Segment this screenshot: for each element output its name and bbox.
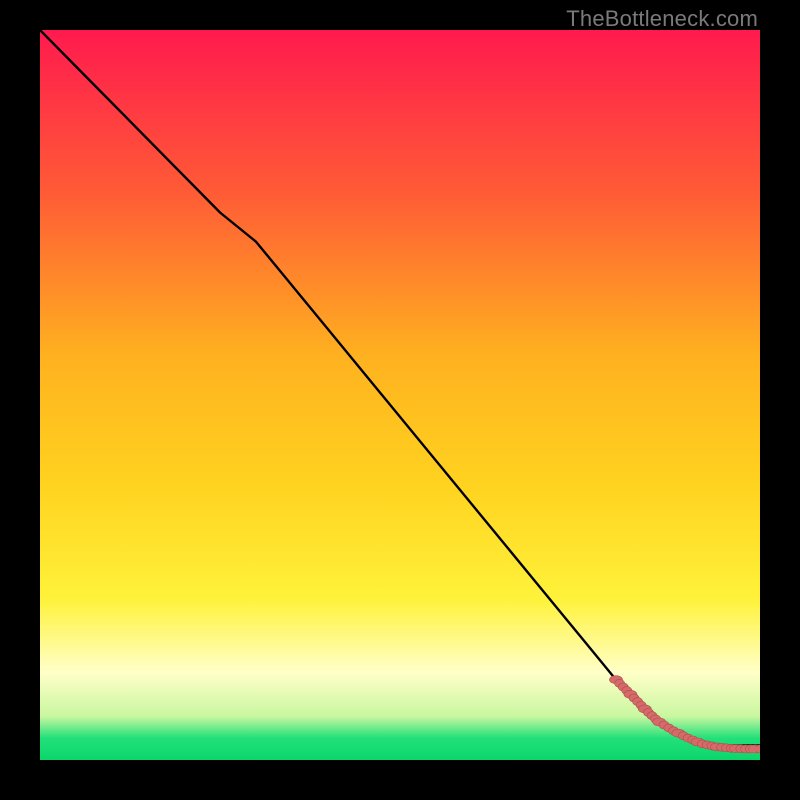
plot-svg — [40, 30, 760, 760]
marker-dot — [749, 745, 757, 753]
plot-area — [40, 30, 760, 760]
watermark-text: TheBottleneck.com — [566, 6, 758, 32]
chart-stage: TheBottleneck.com — [0, 0, 800, 800]
